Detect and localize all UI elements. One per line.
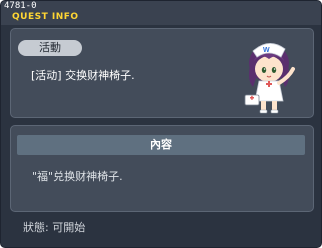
svg-text:W: W bbox=[263, 47, 270, 54]
title-bar[interactable]: 4781-0 QUEST INFO bbox=[1, 1, 321, 25]
quest-description: "福"兑换财神椅子. bbox=[32, 170, 123, 183]
category-badge: 活動 bbox=[18, 40, 82, 56]
quest-status: 狀態: 可開始 bbox=[23, 221, 86, 234]
content-header: 內容 bbox=[17, 135, 305, 155]
quest-content-panel: 內容 "福"兑换财神椅子. bbox=[10, 125, 314, 212]
quest-info-window: 4781-0 QUEST INFO 活動 [活动] 交换财神椅子. W 內容 "… bbox=[0, 0, 322, 248]
window-title: QUEST INFO bbox=[12, 12, 79, 22]
nurse-npc-icon: W bbox=[244, 43, 295, 114]
quest-summary-panel: 活動 [活动] 交换财神椅子. W bbox=[10, 28, 314, 118]
quest-name: [活动] 交换财神椅子. bbox=[31, 69, 135, 82]
quest-id: 4781-0 bbox=[4, 1, 37, 11]
